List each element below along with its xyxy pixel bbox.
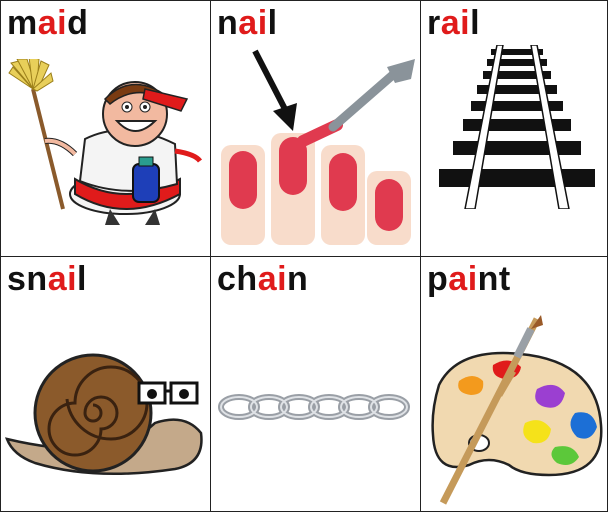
word-vowel-team: ai bbox=[448, 260, 478, 298]
word-suffix: l bbox=[267, 4, 278, 42]
word-vowel-team: ai bbox=[37, 4, 68, 42]
word-suffix: d bbox=[67, 4, 89, 42]
snail-icon bbox=[5, 353, 203, 476]
word-vowel-team: ai bbox=[47, 260, 78, 298]
maid-icon bbox=[8, 59, 203, 225]
word-prefix: n bbox=[217, 4, 239, 42]
card-rail: rail bbox=[420, 0, 608, 257]
word-vowel-team: ai bbox=[440, 4, 471, 42]
card-word: snail bbox=[7, 259, 87, 299]
card-nail: nail bbox=[210, 0, 421, 257]
word-suffix: nt bbox=[477, 260, 511, 298]
word-suffix: l bbox=[470, 4, 481, 42]
card-maid: maid bbox=[0, 0, 211, 257]
card-word: rail bbox=[427, 3, 480, 43]
word-prefix: p bbox=[427, 260, 449, 298]
card-word: maid bbox=[7, 3, 88, 43]
word-vowel-team: ai bbox=[257, 260, 288, 298]
word-suffix: l bbox=[77, 260, 87, 298]
nail-icon bbox=[221, 49, 415, 245]
paint-palette-icon bbox=[431, 315, 603, 505]
card-snail: snail bbox=[0, 256, 211, 512]
card-chain: chain bbox=[210, 256, 421, 512]
word-vowel-team: ai bbox=[238, 4, 268, 42]
card-word: paint bbox=[427, 259, 511, 299]
card-paint: paint bbox=[420, 256, 608, 512]
card-word: nail bbox=[217, 3, 278, 43]
word-suffix: n bbox=[287, 260, 309, 298]
chain-icon bbox=[218, 394, 410, 420]
word-prefix: r bbox=[427, 4, 441, 42]
word-prefix: sn bbox=[7, 260, 48, 298]
word-prefix: m bbox=[7, 4, 38, 42]
phonics-card-grid: maid nail rail snail chain paint bbox=[0, 0, 608, 512]
word-prefix: ch bbox=[217, 260, 258, 298]
card-word: chain bbox=[217, 259, 308, 299]
rail-icon bbox=[439, 45, 595, 209]
